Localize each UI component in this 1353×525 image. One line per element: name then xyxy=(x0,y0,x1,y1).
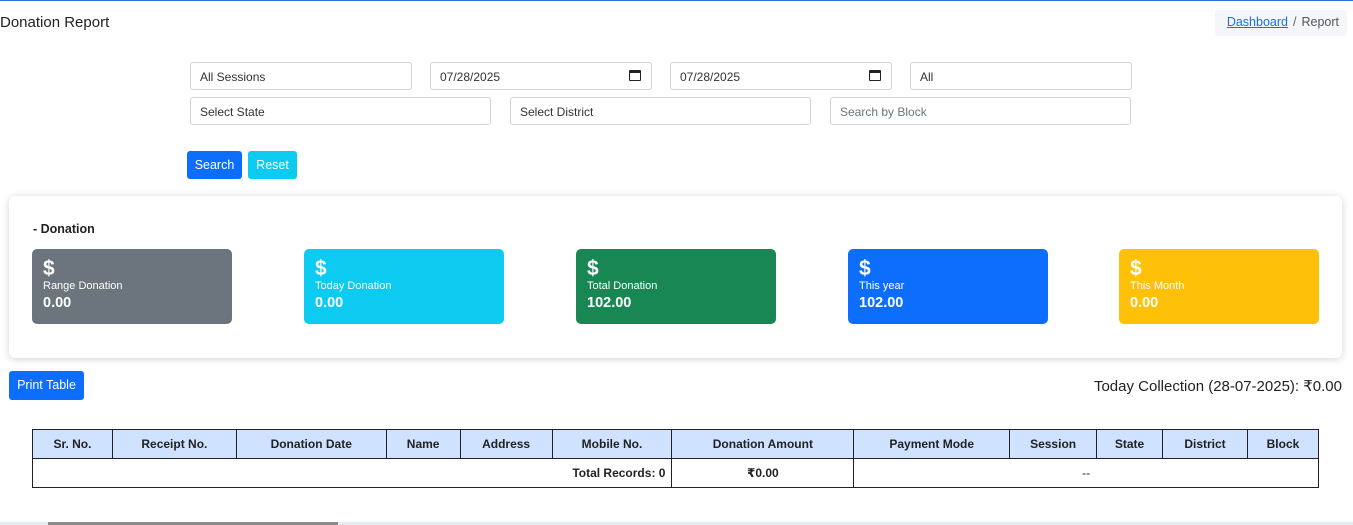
breadcrumb: Dashboard / Report xyxy=(1214,10,1347,36)
col-district: District xyxy=(1162,429,1248,459)
report-table-container: Sr. No. Receipt No. Donation Date Name A… xyxy=(9,407,1342,525)
top-accent-line xyxy=(0,0,1353,1)
col-address: Address xyxy=(459,429,553,459)
calendar-icon[interactable] xyxy=(629,70,641,81)
dollar-icon: $ xyxy=(1130,257,1142,280)
donation-table: Sr. No. Receipt No. Donation Date Name A… xyxy=(31,429,1320,488)
donation-summary-panel: - Donation $ Range Donation 0.00 $ Today… xyxy=(9,196,1342,358)
total-donation-card: $ Total Donation 102.00 xyxy=(576,249,776,324)
card-label: This Month xyxy=(1130,280,1185,292)
today-donation-card: $ Today Donation 0.00 xyxy=(304,249,504,324)
block-search-input[interactable]: Search by Block xyxy=(830,97,1131,125)
breadcrumb-separator: / xyxy=(1292,15,1297,29)
state-select[interactable]: Select State xyxy=(190,97,491,125)
payment-mode-value: All xyxy=(920,70,934,84)
this-year-card: $ This year 102.00 xyxy=(848,249,1048,324)
district-select[interactable]: Select District xyxy=(510,97,811,125)
to-date-input[interactable]: 07/28/2025 xyxy=(670,62,892,90)
from-date-value: 07/28/2025 xyxy=(440,70,501,84)
page-title: Donation Report xyxy=(0,14,110,31)
print-table-button[interactable]: Print Table xyxy=(9,371,84,400)
table-header-row: Sr. No. Receipt No. Donation Date Name A… xyxy=(32,429,1320,459)
col-payment-mode: Payment Mode xyxy=(853,429,1011,459)
breadcrumb-current: Report xyxy=(1301,15,1339,29)
table-footer-row: Total Records: 0 ₹0.00 -- xyxy=(31,458,1319,488)
footer-placeholder: -- xyxy=(853,458,1319,488)
to-date-value: 07/28/2025 xyxy=(680,70,741,84)
district-placeholder: Select District xyxy=(520,105,594,119)
session-select[interactable]: All Sessions xyxy=(190,62,412,90)
dollar-icon: $ xyxy=(587,257,599,280)
col-session: Session xyxy=(1009,429,1098,459)
col-block: Block xyxy=(1246,429,1320,459)
dollar-icon: $ xyxy=(43,257,55,280)
from-date-input[interactable]: 07/28/2025 xyxy=(430,62,652,90)
card-value: 0.00 xyxy=(315,295,344,311)
total-records: Total Records: 0 xyxy=(31,458,673,488)
this-month-card: $ This Month 0.00 xyxy=(1119,249,1319,324)
col-donation-date: Donation Date xyxy=(235,429,387,459)
card-label: Range Donation xyxy=(43,280,123,292)
col-name: Name xyxy=(385,429,461,459)
breadcrumb-dashboard-link[interactable]: Dashboard xyxy=(1227,15,1288,29)
col-mobile-no: Mobile No. xyxy=(551,429,673,459)
col-receipt-no: Receipt No. xyxy=(111,429,237,459)
col-donation-amount: Donation Amount xyxy=(671,429,855,459)
card-label: This year xyxy=(859,280,905,292)
block-placeholder: Search by Block xyxy=(840,105,927,119)
reset-button[interactable]: Reset xyxy=(248,151,297,179)
card-value: 102.00 xyxy=(587,295,632,311)
range-donation-card: $ Range Donation 0.00 xyxy=(32,249,232,324)
card-value: 102.00 xyxy=(859,295,904,311)
payment-mode-select[interactable]: All xyxy=(910,62,1132,90)
dollar-icon: $ xyxy=(315,257,327,280)
total-amount: ₹0.00 xyxy=(671,458,855,488)
card-label: Total Donation xyxy=(587,280,658,292)
session-value: All Sessions xyxy=(200,70,266,84)
card-value: 0.00 xyxy=(1130,295,1159,311)
card-label: Today Donation xyxy=(315,280,392,292)
col-sr-no: Sr. No. xyxy=(32,429,113,459)
summary-heading: - Donation xyxy=(33,222,95,236)
calendar-icon[interactable] xyxy=(869,70,881,81)
dollar-icon: $ xyxy=(859,257,871,280)
col-state: State xyxy=(1096,429,1164,459)
card-value: 0.00 xyxy=(43,295,72,311)
today-collection-text: Today Collection (28-07-2025): ₹0.00 xyxy=(1093,378,1342,395)
state-placeholder: Select State xyxy=(200,105,265,119)
search-button[interactable]: Search xyxy=(187,151,242,179)
